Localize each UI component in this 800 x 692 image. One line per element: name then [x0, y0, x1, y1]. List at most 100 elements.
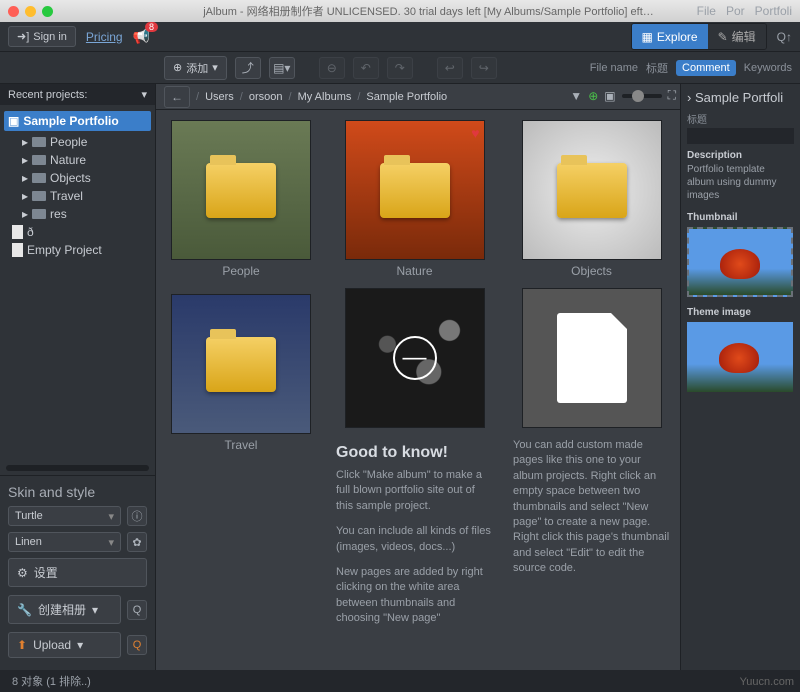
- title-field[interactable]: [687, 128, 794, 144]
- add-button[interactable]: ⊕添加▾: [164, 56, 227, 80]
- skin-section-title: Skin and style: [8, 484, 147, 500]
- tree-item-empty-project[interactable]: Empty Project: [0, 241, 155, 259]
- sidebar-scrollbar[interactable]: [6, 465, 149, 471]
- recent-projects-header: Recent projects: ▾: [0, 84, 155, 105]
- status-text: 8 对象 (1 排除..): [12, 673, 91, 689]
- keywords-column[interactable]: Keywords: [744, 62, 792, 74]
- folder-thumb-objects[interactable]: Objects: [513, 120, 670, 278]
- filter-icon[interactable]: ▼: [570, 89, 582, 103]
- path-segment[interactable]: Sample Portfolio: [366, 91, 447, 103]
- custom-page-thumb[interactable]: [513, 288, 670, 428]
- custom-page-description: You can add custom made pages like this …: [513, 438, 670, 577]
- preview-button[interactable]: Q: [127, 600, 147, 620]
- thumbnail-size-slider[interactable]: [622, 94, 662, 98]
- upload-button[interactable]: ⬆Upload▾: [8, 632, 121, 658]
- view-toggle-icon[interactable]: ▣: [604, 89, 615, 103]
- chevron-down-icon: ▾: [92, 603, 98, 617]
- rotate-left-button[interactable]: ↶: [353, 57, 379, 79]
- edit-mode-tab[interactable]: ✎编辑: [708, 24, 766, 49]
- redo-button[interactable]: ↪: [471, 57, 497, 79]
- explore-mode-tab[interactable]: ▦Explore: [632, 24, 708, 49]
- make-album-button[interactable]: 🔧创建相册▾: [8, 595, 121, 624]
- style-settings-button[interactable]: ✿: [127, 532, 147, 552]
- description-text[interactable]: Portfolio template album using dummy ima…: [687, 163, 794, 202]
- undo-button[interactable]: ↩: [437, 57, 463, 79]
- path-segment[interactable]: My Albums: [298, 91, 352, 103]
- maximize-window-button[interactable]: [42, 6, 53, 17]
- window-title: jAlbum - 网络相册制作者 UNLICENSED. 30 trial da…: [65, 3, 792, 19]
- settings-button[interactable]: ⚙设置: [8, 558, 147, 587]
- chevron-down-icon: ▾: [77, 638, 83, 652]
- info-paragraph: Click "Make album" to make a full blown …: [336, 468, 493, 514]
- tree-item-people[interactable]: ▸People: [0, 133, 155, 151]
- style-select[interactable]: Linen: [8, 532, 121, 552]
- theme-image-label: Theme image: [687, 307, 794, 318]
- plus-icon: ⊕: [173, 61, 182, 74]
- folder-thumb-nature[interactable]: ♥ Nature: [336, 120, 493, 278]
- sign-in-icon: ➜]: [17, 30, 29, 43]
- sidebar: Recent projects: ▾ ▣Sample Portfolio ▸Pe…: [0, 84, 156, 670]
- chevron-down-icon[interactable]: ▾: [141, 88, 147, 101]
- sign-in-button[interactable]: ➜] Sign in: [8, 26, 76, 47]
- fullscreen-icon[interactable]: ⛶: [668, 88, 676, 103]
- tree-item-res[interactable]: ▸res: [0, 205, 155, 223]
- grid-icon: ▦: [642, 30, 653, 44]
- properties-panel: › Sample Portfoli 标题 Description Portfol…: [680, 84, 800, 670]
- sign-in-label: Sign in: [33, 31, 67, 43]
- minus-icon: —: [393, 336, 437, 380]
- close-window-button[interactable]: [8, 6, 19, 17]
- tree-item-nature[interactable]: ▸Nature: [0, 151, 155, 169]
- info-page-thumb[interactable]: —: [336, 288, 493, 428]
- favorite-icon[interactable]: ♥: [471, 125, 479, 141]
- document-icon: [557, 313, 627, 403]
- tree-item-travel[interactable]: ▸Travel: [0, 187, 155, 205]
- path-back-button[interactable]: ←: [164, 86, 190, 108]
- pricing-link[interactable]: Pricing: [86, 30, 123, 44]
- tab-portfolio-1[interactable]: Por: [722, 2, 749, 20]
- tab-file[interactable]: File: [693, 2, 720, 20]
- title-field-label: 标题: [687, 111, 794, 126]
- folder-icon: [32, 209, 46, 219]
- notification-badge: 8: [145, 22, 158, 32]
- filter-add-icon[interactable]: ⊕: [588, 89, 598, 103]
- theme-select[interactable]: Turtle: [8, 506, 121, 526]
- secondary-toolbar: ⊕添加▾ ⤴ ▤▾ ⊖ ↶ ↷ ↩ ↪ File name 标题 Comment…: [0, 52, 800, 84]
- info-paragraph: You can include all kinds of files (imag…: [336, 524, 493, 555]
- comment-column[interactable]: Comment: [676, 60, 736, 76]
- chevron-right-icon[interactable]: ›: [687, 90, 691, 105]
- description-label: Description: [687, 150, 794, 161]
- search-icon[interactable]: Q↑: [777, 30, 792, 44]
- wrench-icon: 🔧: [17, 603, 32, 617]
- folder-icon: [206, 337, 276, 392]
- top-toolbar: ➜] Sign in Pricing 📢8 ▦Explore ✎编辑 Q↑: [0, 22, 800, 52]
- tree-root[interactable]: ▣Sample Portfolio: [4, 111, 151, 131]
- folder-icon: [32, 191, 46, 201]
- tab-portfolio-2[interactable]: Portfoli: [751, 2, 796, 20]
- view-online-button[interactable]: Q: [127, 635, 147, 655]
- folder-icon: [32, 137, 46, 147]
- path-segment[interactable]: Users: [205, 91, 234, 103]
- remove-button[interactable]: ⊖: [319, 57, 345, 79]
- theme-info-button[interactable]: ⓘ: [127, 506, 147, 526]
- tree-item-page[interactable]: ð: [0, 223, 155, 241]
- title-column[interactable]: 标题: [646, 60, 668, 76]
- rotate-right-button[interactable]: ↷: [387, 57, 413, 79]
- tree-item-objects[interactable]: ▸Objects: [0, 169, 155, 187]
- folder-thumb-travel[interactable]: Travel: [166, 294, 316, 452]
- chevron-down-icon: ▾: [212, 61, 218, 74]
- new-folder-button[interactable]: ⤴: [235, 57, 261, 79]
- new-page-button[interactable]: ▤▾: [269, 57, 295, 79]
- minimize-window-button[interactable]: [25, 6, 36, 17]
- theme-image-preview[interactable]: [687, 322, 793, 392]
- path-segment[interactable]: orsoon: [249, 91, 283, 103]
- thumbnail-preview[interactable]: [687, 227, 793, 297]
- top-right-tabs: File Por Portfoli: [693, 2, 796, 20]
- info-title: Good to know!: [336, 444, 493, 462]
- file-icon: [12, 225, 23, 239]
- folder-thumb-people[interactable]: People: [166, 120, 316, 278]
- folder-icon: [32, 155, 46, 165]
- thumbnail-label: Thumbnail: [687, 212, 794, 223]
- watermark: Yuucn.com: [740, 676, 794, 688]
- announcement-icon[interactable]: 📢8: [133, 28, 150, 45]
- filename-column[interactable]: File name: [590, 62, 638, 74]
